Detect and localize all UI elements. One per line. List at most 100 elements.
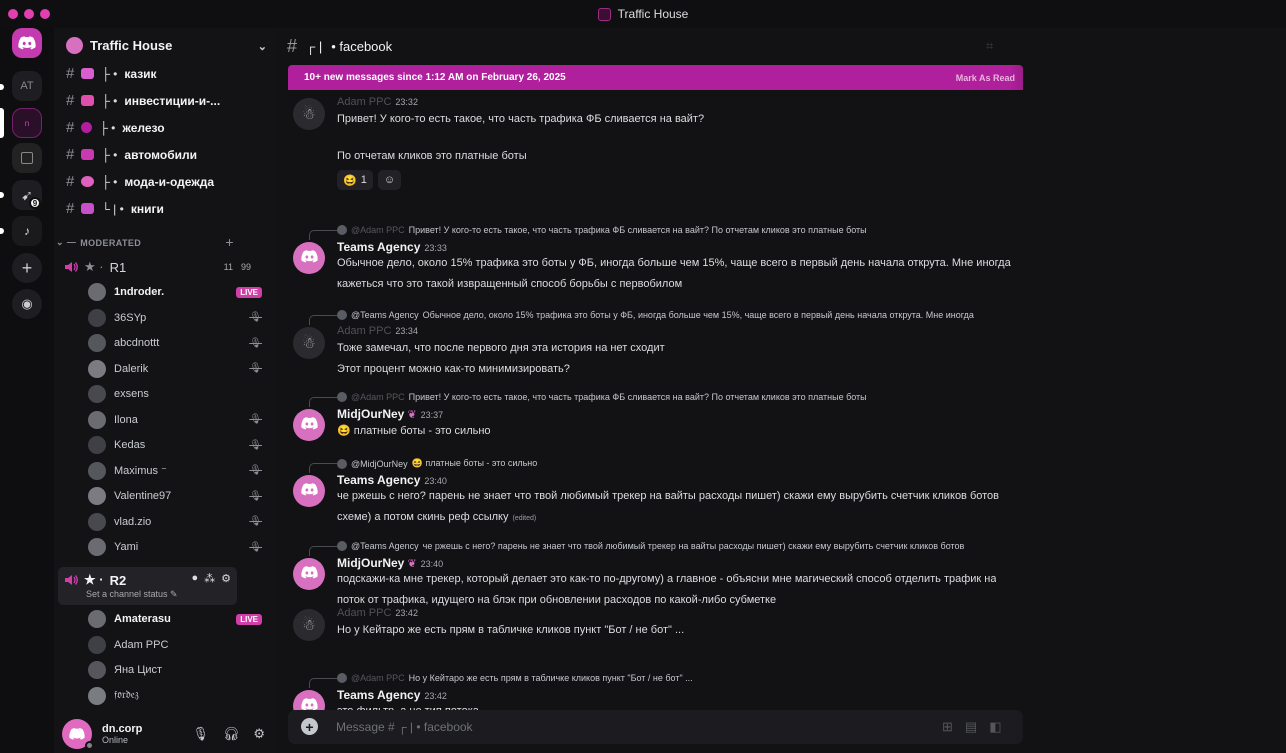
discover-button[interactable]: ◉ xyxy=(12,289,42,319)
avatar xyxy=(88,283,106,301)
timestamp: 23:32 xyxy=(395,97,418,107)
author-name[interactable]: Adam PPC xyxy=(337,325,391,337)
voice-member[interactable]: Kedas 🎙︎ xyxy=(88,436,266,454)
voice-member[interactable]: 36SYp 🎙︎ xyxy=(88,308,266,327)
category-moderated[interactable]: ⌄ — MODERATED + xyxy=(56,234,234,250)
voice-member[interactable]: Яна Цист xyxy=(88,661,266,679)
avatar[interactable] xyxy=(293,475,325,507)
author-name[interactable]: Adam PPC xyxy=(337,607,391,619)
reply-preview[interactable]: @Adam PPC Но у Кейтаро же есть прям в таб… xyxy=(337,673,693,683)
add-member-icon[interactable]: ⁂ xyxy=(204,572,215,585)
message[interactable]: ☃ Adam PPC 23:32 Привет! У кого-то есть так… xyxy=(293,96,1023,190)
member-name: Yami xyxy=(114,541,139,553)
author-name[interactable]: Adam PPC xyxy=(337,96,391,108)
channel-emoji xyxy=(81,95,95,106)
zoom-window-button[interactable] xyxy=(40,9,50,19)
mark-as-read-button[interactable]: Mark As Read xyxy=(956,73,1015,83)
voice-member[interactable]: Ilona 🎙︎ xyxy=(88,410,266,429)
chat-icon[interactable]: ● xyxy=(191,572,198,585)
threads-icon[interactable]: ⌗ xyxy=(986,38,993,54)
reply-connector xyxy=(309,546,337,556)
gif-icon[interactable]: ▤ xyxy=(965,719,977,735)
author-name[interactable]: Teams Agency xyxy=(337,473,420,487)
channel-item[interactable]: # ├ • мода-и-одежда xyxy=(66,173,214,190)
avatar[interactable]: ☃ xyxy=(293,609,325,641)
voice-member[interactable]: 𝔣𝔬𝔯𝔡𝔢𝔷 xyxy=(88,686,266,705)
member-name: 36SYp xyxy=(114,311,147,324)
reaction[interactable]: 😆 1 xyxy=(337,170,373,190)
server-icon xyxy=(597,7,611,21)
channel-item[interactable]: # ├ • автомобили xyxy=(66,146,197,163)
message[interactable]: @Teams Agency Обычное дело, около 15% тра… xyxy=(293,310,1023,390)
user-controls: 🎙︎ 🎧︎ ⚙ xyxy=(192,726,265,742)
voice-member[interactable]: Maximus ⁻ 🎙︎ xyxy=(88,461,266,480)
avatar xyxy=(88,334,106,352)
voice-member[interactable]: Valentine97 🎙︎ xyxy=(88,487,266,505)
avatar[interactable]: ☃ xyxy=(293,98,325,130)
server-at[interactable]: AT xyxy=(12,71,42,101)
channel-status[interactable]: Set a channel status ✎ xyxy=(86,589,178,600)
close-window-button[interactable] xyxy=(8,9,18,19)
voice-member[interactable]: abcdnottt 🎙︎ xyxy=(88,334,266,352)
message-composer[interactable]: + Message # ┌ | • facebook xyxy=(288,710,1023,744)
voice-member[interactable]: 1ndroder. LIVE xyxy=(88,283,266,301)
home-button[interactable] xyxy=(12,28,42,58)
microphone-icon[interactable]: 🎙︎ xyxy=(192,726,209,742)
server-header[interactable]: Traffic House ⌄ xyxy=(54,28,275,62)
star-icon: ★ · xyxy=(84,572,104,587)
voice-member[interactable]: Amaterasu LIVE xyxy=(88,610,266,628)
message[interactable]: @Adam PPC Привет! У кого-то есть такое, ч… xyxy=(293,225,1023,305)
author-name[interactable]: Teams Agency xyxy=(337,688,420,702)
gear-icon[interactable]: ⚙ xyxy=(221,572,231,585)
gift-icon[interactable]: ⊞ xyxy=(942,719,953,735)
hash-icon: # xyxy=(287,35,298,56)
timestamp: 23:42 xyxy=(395,608,418,618)
reply-preview[interactable]: @Teams Agency че ржешь с него? парень не … xyxy=(337,541,964,551)
reply-preview[interactable]: @Adam PPC Привет! У кого-то есть такое, ч… xyxy=(337,225,867,235)
message-header: Adam PPC 23:32 xyxy=(337,96,418,108)
add-server-button[interactable]: + xyxy=(12,253,42,283)
gear-icon[interactable]: ⚙ xyxy=(253,726,265,742)
channel-item[interactable]: # └ | • книги xyxy=(66,200,164,217)
author-name[interactable]: MidjOurNey xyxy=(337,556,404,570)
voice-channel-r1[interactable]: ★ · R1 11 99 xyxy=(64,259,261,275)
server-traffic-house[interactable]: n xyxy=(12,108,42,138)
voice-channel-actions: ● ⁂ ⚙ xyxy=(191,572,231,585)
voice-member[interactable]: Yami 🎙︎ xyxy=(88,538,266,556)
voice-channel-r2[interactable]: ★ · R2 Set a channel status ✎ ● ⁂ ⚙ xyxy=(58,567,237,605)
speaker-icon xyxy=(65,575,78,585)
channel-item[interactable]: # ├ • железо xyxy=(66,119,165,136)
add-channel-button[interactable]: + xyxy=(225,234,234,250)
message-input[interactable]: Message # ┌ | • facebook xyxy=(336,720,473,734)
server-3[interactable] xyxy=(12,143,42,173)
reply-preview[interactable]: @Teams Agency Обычное дело, около 15% тра… xyxy=(337,310,974,320)
author-name[interactable]: MidjOurNey xyxy=(337,407,404,421)
voice-member[interactable]: exsens xyxy=(88,385,266,403)
hash-icon: # xyxy=(66,92,75,109)
hash-icon: # xyxy=(66,200,75,217)
reply-preview[interactable]: @Adam PPC Привет! У кого-то есть такое, ч… xyxy=(337,392,867,402)
message-line: кажеться что это такой извращенный спосо… xyxy=(337,278,683,290)
sticker-icon[interactable]: ◧ xyxy=(989,719,1001,735)
new-messages-bar[interactable]: 10+ new messages since 1:12 AM on Februa… xyxy=(288,65,1023,90)
author-name[interactable]: Teams Agency xyxy=(337,240,420,254)
message[interactable]: @MidjOurNey 😆 платные боты - это сильно Te… xyxy=(293,458,1023,538)
minimize-window-button[interactable] xyxy=(24,9,34,19)
voice-member[interactable]: Dalerik 🎙︎ xyxy=(88,359,266,378)
channel-item[interactable]: # ├ • инвестиции-и-... xyxy=(66,92,220,109)
timestamp: 23:33 xyxy=(424,243,447,253)
reply-preview[interactable]: @MidjOurNey 😆 платные боты - это сильно xyxy=(337,458,537,469)
voice-member[interactable]: Adam PPC xyxy=(88,635,266,654)
add-reaction-button[interactable]: ☺ xyxy=(377,170,402,190)
headphones-icon[interactable]: 🎧︎ xyxy=(223,726,240,742)
upload-button[interactable]: + xyxy=(301,718,318,735)
voice-member[interactable]: vlad.zio 🎙︎ xyxy=(88,512,266,531)
server-5[interactable]: ♪ xyxy=(12,216,42,246)
avatar[interactable] xyxy=(293,409,325,441)
channel-item[interactable]: # ├ • казик xyxy=(66,65,157,82)
avatar[interactable] xyxy=(293,558,325,590)
channel-emoji xyxy=(81,176,95,187)
avatar[interactable] xyxy=(293,242,325,274)
message-line: Но у Кейтаро же есть прям в табличке кли… xyxy=(337,624,685,636)
avatar[interactable]: ☃ xyxy=(293,327,325,359)
